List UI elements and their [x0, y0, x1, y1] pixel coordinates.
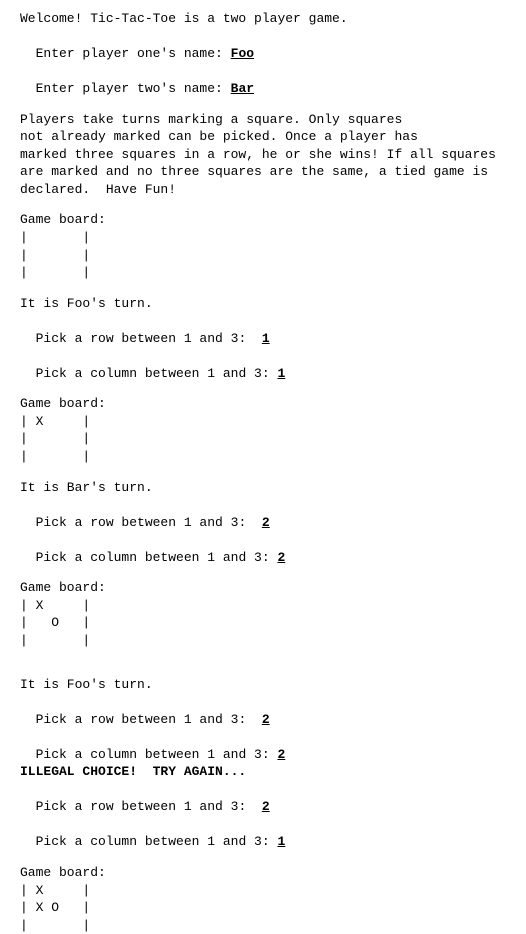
turn3-announce: It is Foo's turn. — [20, 676, 526, 694]
player1-prompt-line: Enter player one's name: Foo — [20, 28, 526, 63]
turn1-row-line: Pick a row between 1 and 3: 1 — [20, 312, 526, 347]
board1-row3: | | — [20, 448, 526, 466]
turn3-bad-row-line: Pick a row between 1 and 3: 2 — [20, 693, 526, 728]
board2-row1: | X | — [20, 597, 526, 615]
turn3-bad-col-line: Pick a column between 1 and 3: 2 — [20, 728, 526, 763]
board1-row2: | | — [20, 430, 526, 448]
col-prompt: Pick a column between 1 and 3: — [36, 550, 278, 565]
rules-line-4: are marked and no three squares are the … — [20, 163, 526, 181]
rules-line-1: Players take turns marking a square. Onl… — [20, 111, 526, 129]
turn3-row-input[interactable]: 2 — [262, 799, 270, 814]
blank-line — [20, 851, 526, 864]
input-p2-name[interactable]: Bar — [231, 81, 254, 96]
board3-row2: | X O | — [20, 899, 526, 917]
col-prompt: Pick a column between 1 and 3: — [36, 366, 278, 381]
board-header: Game board: — [20, 211, 526, 229]
turn3-bad-col-input[interactable]: 2 — [277, 747, 285, 762]
board0-row3: | | — [20, 264, 526, 282]
welcome-line: Welcome! Tic-Tac-Toe is a two player gam… — [20, 10, 526, 28]
turn1-announce: It is Foo's turn. — [20, 295, 526, 313]
rules-line-5: declared. Have Fun! — [20, 181, 526, 199]
blank-line — [20, 566, 526, 579]
board3-row1: | X | — [20, 882, 526, 900]
prompt-p1: Enter player one's name: — [36, 46, 231, 61]
input-p1-name[interactable]: Foo — [231, 46, 254, 61]
board2-row2: | O | — [20, 614, 526, 632]
turn2-announce: It is Bar's turn. — [20, 479, 526, 497]
blank-line — [20, 663, 526, 676]
turn3-col-line: Pick a column between 1 and 3: 1 — [20, 816, 526, 851]
player2-prompt-line: Enter player two's name: Bar — [20, 63, 526, 98]
blank-line — [20, 382, 526, 395]
col-prompt: Pick a column between 1 and 3: — [36, 747, 278, 762]
blank-line — [20, 650, 526, 663]
blank-line — [20, 282, 526, 295]
row-prompt: Pick a row between 1 and 3: — [36, 515, 262, 530]
rules-line-3: marked three squares in a row, he or she… — [20, 146, 526, 164]
turn3-row-line: Pick a row between 1 and 3: 2 — [20, 781, 526, 816]
board1-row1: | X | — [20, 413, 526, 431]
board-header: Game board: — [20, 395, 526, 413]
turn3-bad-row-input[interactable]: 2 — [262, 712, 270, 727]
rules-line-2: not already marked can be picked. Once a… — [20, 128, 526, 146]
board2-row3: | | — [20, 632, 526, 650]
board-header: Game board: — [20, 579, 526, 597]
illegal-choice-message: ILLEGAL CHOICE! TRY AGAIN... — [20, 763, 526, 781]
board-header: Game board: — [20, 864, 526, 882]
turn1-row-input[interactable]: 1 — [262, 331, 270, 346]
row-prompt: Pick a row between 1 and 3: — [36, 799, 262, 814]
board0-row2: | | — [20, 247, 526, 265]
blank-line — [20, 198, 526, 211]
turn2-row-line: Pick a row between 1 and 3: 2 — [20, 496, 526, 531]
blank-line — [20, 466, 526, 479]
turn2-col-line: Pick a column between 1 and 3: 2 — [20, 531, 526, 566]
turn1-col-input[interactable]: 1 — [277, 366, 285, 381]
board3-row3: | | — [20, 917, 526, 934]
turn1-col-line: Pick a column between 1 and 3: 1 — [20, 347, 526, 382]
col-prompt: Pick a column between 1 and 3: — [36, 834, 278, 849]
blank-line — [20, 98, 526, 111]
turn2-row-input[interactable]: 2 — [262, 515, 270, 530]
row-prompt: Pick a row between 1 and 3: — [36, 712, 262, 727]
prompt-p2: Enter player two's name: — [36, 81, 231, 96]
row-prompt: Pick a row between 1 and 3: — [36, 331, 262, 346]
board0-row1: | | — [20, 229, 526, 247]
turn3-col-input[interactable]: 1 — [277, 834, 285, 849]
turn2-col-input[interactable]: 2 — [277, 550, 285, 565]
